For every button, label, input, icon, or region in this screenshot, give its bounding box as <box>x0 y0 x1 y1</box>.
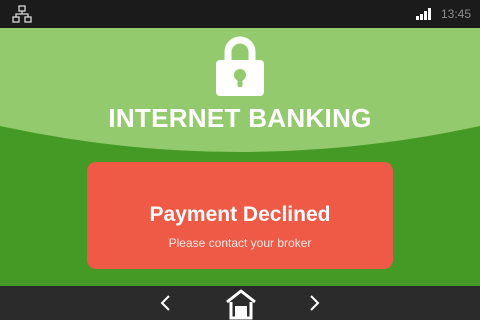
network-icon <box>12 5 32 23</box>
padlock-icon <box>216 36 264 96</box>
payment-declined-alert: Payment Declined Please contact your bro… <box>87 162 393 269</box>
banking-screen: 13:45 INTERNET BANKING Payment Declined … <box>0 0 480 320</box>
status-clock: 13:45 <box>441 7 472 21</box>
chevron-right-icon[interactable] <box>303 292 325 314</box>
chevron-left-icon[interactable] <box>155 292 177 314</box>
signal-bars-icon <box>416 8 431 20</box>
bottom-nav-bar <box>0 286 480 320</box>
home-icon[interactable] <box>224 288 258 320</box>
alert-title: Payment Declined <box>149 203 331 226</box>
app-title: INTERNET BANKING <box>108 103 372 133</box>
status-bar: 13:45 <box>0 0 480 28</box>
alert-message: Please contact your broker <box>168 236 312 250</box>
